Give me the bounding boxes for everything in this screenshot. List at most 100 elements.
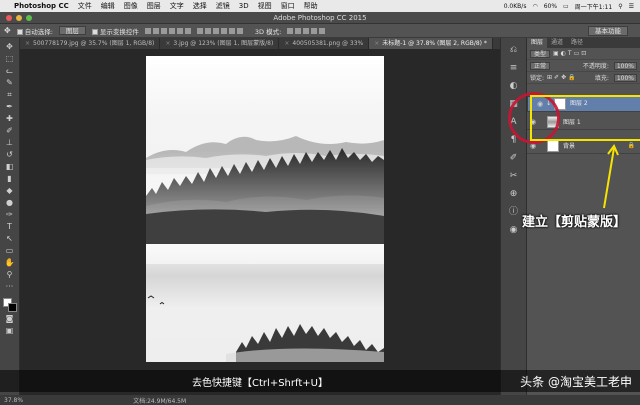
doc-tab-label: 3.jpg @ 123% (图层 1, 图层蒙版/8) xyxy=(173,40,274,47)
minimize-window-button[interactable] xyxy=(16,15,22,21)
quick-mask-icon[interactable]: ◙ xyxy=(4,314,16,324)
fill-label: 填充: xyxy=(594,75,609,82)
properties-panel-icon[interactable]: ≡ xyxy=(508,62,520,74)
filter-icons[interactable]: ▣◐T▭⊡ xyxy=(553,50,588,57)
move-tool-icon[interactable]: ✥ xyxy=(4,26,11,35)
document-tabs: × 500778179.jpg @ 35.7% (图层 1, RGB/8) × 3.… xyxy=(20,38,500,49)
subtitle-overlay: 去色快捷键【Ctrl+Shrft+U】 头条 @淘宝美工老申 xyxy=(0,370,640,392)
3d-mode-label: 3D 模式: xyxy=(254,27,282,36)
menu-view[interactable]: 视图 xyxy=(258,1,272,11)
status-tray: 0.0KB/s ◠ 60% ▭ 周一下午1:11 ⚲ ☰ xyxy=(504,2,640,11)
eraser-tool-icon[interactable]: ◧ xyxy=(4,162,16,172)
workspace-switcher[interactable]: 基本功能 xyxy=(588,26,628,36)
menu-filter[interactable]: 滤镜 xyxy=(216,1,230,11)
quick-select-tool-icon[interactable]: ✎ xyxy=(4,78,16,88)
search-icon[interactable]: ⚲ xyxy=(618,3,622,10)
doc-tab-1[interactable]: × 500778179.jpg @ 35.7% (图层 1, RGB/8) xyxy=(20,38,161,49)
color-swatches[interactable] xyxy=(2,298,17,312)
healing-tool-icon[interactable]: ✚ xyxy=(4,114,16,124)
marquee-tool-icon[interactable]: ⬚ xyxy=(4,54,16,64)
filter-kind-dropdown[interactable]: 类型 xyxy=(530,49,551,58)
close-window-button[interactable] xyxy=(6,15,12,21)
menu-edit[interactable]: 编辑 xyxy=(101,1,115,11)
align-icons[interactable] xyxy=(144,27,191,34)
stamp-tool-icon[interactable]: ⊥ xyxy=(4,138,16,148)
layers-panel-tabs: 图层 通道 路径 xyxy=(527,38,640,48)
path-select-tool-icon[interactable]: ↖ xyxy=(4,234,16,244)
adjustments-panel-icon[interactable]: ◐ xyxy=(508,80,520,92)
tool-presets-icon[interactable]: ✂ xyxy=(508,170,520,182)
close-tab-icon[interactable]: × xyxy=(25,40,30,47)
history-brush-icon[interactable]: ↺ xyxy=(4,150,16,160)
dodge-tool-icon[interactable]: ● xyxy=(4,198,16,208)
3d-mode-icons[interactable] xyxy=(287,27,326,34)
close-tab-icon[interactable]: × xyxy=(284,40,289,47)
move-tool-icon[interactable]: ✥ xyxy=(4,42,16,52)
list-icon[interactable]: ☰ xyxy=(629,3,634,10)
lock-icons[interactable]: ⊞✐✥🔒 xyxy=(547,74,578,81)
info-panel-icon[interactable]: ⓘ xyxy=(508,206,520,218)
more-tools-icon[interactable]: ··· xyxy=(4,282,16,292)
menu-image[interactable]: 图像 xyxy=(124,1,138,11)
doc-tab-label: 400505381.png @ 33% xyxy=(292,40,364,47)
screen-mode-icon[interactable]: ▣ xyxy=(4,326,16,336)
layer-name[interactable]: 背景 xyxy=(563,141,575,150)
channels-panel-icon[interactable]: ◉ xyxy=(508,224,520,236)
wifi-icon[interactable]: ◠ xyxy=(532,3,537,10)
zoom-level[interactable]: 37.8% xyxy=(4,397,23,404)
menu-file[interactable]: 文件 xyxy=(78,1,92,11)
pen-tool-icon[interactable]: ✑ xyxy=(4,210,16,220)
doc-tab-3[interactable]: × 400505381.png @ 33% xyxy=(279,38,370,49)
close-tab-icon[interactable]: × xyxy=(374,40,379,47)
document-size[interactable]: 文档:24.9M/64.5M xyxy=(133,396,186,405)
blur-tool-icon[interactable]: ◆ xyxy=(4,186,16,196)
crop-tool-icon[interactable]: ⌗ xyxy=(4,90,16,100)
app-menu[interactable]: Photoshop CC xyxy=(14,2,69,10)
window-title-bar: Adobe Photoshop CC 2015 xyxy=(0,12,640,24)
background-color[interactable] xyxy=(7,303,17,312)
battery-level: 60% xyxy=(543,2,558,10)
distribute-icons[interactable] xyxy=(196,27,243,34)
zoom-window-button[interactable] xyxy=(26,15,32,21)
brush-tool-icon[interactable]: ✐ xyxy=(4,126,16,136)
menu-help[interactable]: 帮助 xyxy=(304,1,318,11)
menu-window[interactable]: 窗口 xyxy=(281,1,295,11)
misty-forest-image xyxy=(146,136,384,362)
hand-tool-icon[interactable]: ✋ xyxy=(4,258,16,268)
tab-layers[interactable]: 图层 xyxy=(527,38,548,48)
menu-layer[interactable]: 图层 xyxy=(147,1,161,11)
battery-icon[interactable]: ▭ xyxy=(563,3,569,10)
menu-3d[interactable]: 3D xyxy=(239,2,249,10)
fill-input[interactable]: 100% xyxy=(613,73,637,82)
auto-select-checkbox[interactable]: 自动选择: xyxy=(16,26,53,36)
opacity-input[interactable]: 100% xyxy=(613,61,637,70)
history-panel-icon[interactable]: ⎌ xyxy=(508,44,520,56)
document-canvas[interactable] xyxy=(146,56,384,362)
zoom-tool-icon[interactable]: ⚲ xyxy=(4,270,16,280)
blend-mode-dropdown[interactable]: 正常 xyxy=(530,61,551,70)
system-menu-bar: Photoshop CC 文件 编辑 图像 图层 文字 选择 滤镜 3D 视图 … xyxy=(0,0,640,12)
menu-type[interactable]: 文字 xyxy=(170,1,184,11)
brush-panel-icon[interactable]: ✐ xyxy=(508,152,520,164)
doc-tab-4[interactable]: × 未标题-1 @ 37.8% (图层 2, RGB/8) * xyxy=(369,38,493,49)
shape-tool-icon[interactable]: ▭ xyxy=(4,246,16,256)
clock[interactable]: 周一下午1:11 xyxy=(575,2,612,11)
doc-tab-2[interactable]: × 3.jpg @ 123% (图层 1, 图层蒙版/8) xyxy=(160,38,280,49)
tab-paths[interactable]: 路径 xyxy=(567,38,587,48)
tools-panel: ✥ ⬚ ᓚ ✎ ⌗ ✒ ✚ ✐ ⊥ ↺ ◧ ▮ ◆ ● ✑ T ↖ ▭ ✋ ⚲ … xyxy=(0,38,20,395)
eyedropper-tool-icon[interactable]: ✒ xyxy=(4,102,16,112)
auto-select-label: 自动选择: xyxy=(24,27,53,36)
auto-select-dropdown[interactable]: 图层 xyxy=(58,26,86,35)
clone-source-icon[interactable]: ⊕ xyxy=(508,188,520,200)
transform-checkbox[interactable]: 显示变换控件 xyxy=(91,26,139,36)
close-tab-icon[interactable]: × xyxy=(165,40,170,47)
menu-select[interactable]: 选择 xyxy=(193,1,207,11)
blend-row: 正常 不透明度: 100% xyxy=(527,60,640,72)
lasso-tool-icon[interactable]: ᓚ xyxy=(4,66,16,76)
canvas-area[interactable] xyxy=(20,49,500,395)
type-tool-icon[interactable]: T xyxy=(4,222,16,232)
status-bar: 37.8% 文档:24.9M/64.5M xyxy=(0,395,640,405)
gradient-tool-icon[interactable]: ▮ xyxy=(4,174,16,184)
watermark: 头条 @淘宝美工老申 xyxy=(520,375,632,389)
tab-channels[interactable]: 通道 xyxy=(547,38,567,48)
